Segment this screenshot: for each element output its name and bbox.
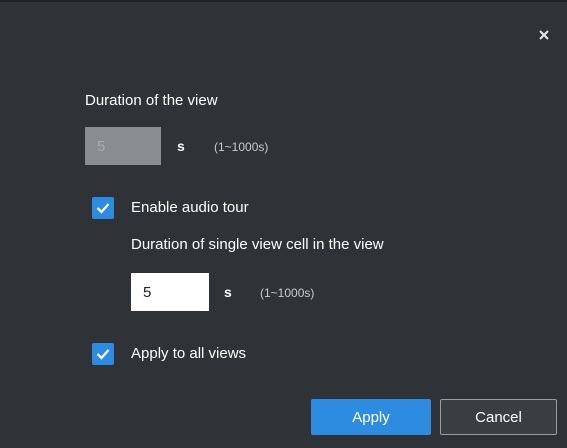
- apply-button[interactable]: Apply: [311, 399, 431, 435]
- enable-audio-tour-label[interactable]: Enable audio tour: [131, 199, 249, 216]
- checkmark-icon: [96, 349, 110, 360]
- apply-all-views-label[interactable]: Apply to all views: [131, 345, 246, 362]
- cell-duration-unit: s: [224, 284, 232, 300]
- duration-view-label: Duration of the view: [85, 92, 218, 109]
- cell-duration-range: (1~1000s): [260, 286, 315, 300]
- close-icon[interactable]: [537, 28, 551, 42]
- audio-tour-dialog: Duration of the view s (1~1000s) Enable …: [0, 0, 567, 448]
- cell-duration-label: Duration of single view cell in the view: [131, 236, 384, 253]
- duration-view-unit: s: [177, 138, 185, 154]
- enable-audio-tour-checkbox[interactable]: [92, 197, 114, 219]
- checkmark-icon: [96, 203, 110, 214]
- cancel-button[interactable]: Cancel: [440, 399, 557, 435]
- apply-all-views-checkbox[interactable]: [92, 343, 114, 365]
- duration-view-input: [85, 127, 161, 165]
- duration-view-range: (1~1000s): [214, 140, 269, 154]
- cell-duration-input[interactable]: [131, 273, 209, 311]
